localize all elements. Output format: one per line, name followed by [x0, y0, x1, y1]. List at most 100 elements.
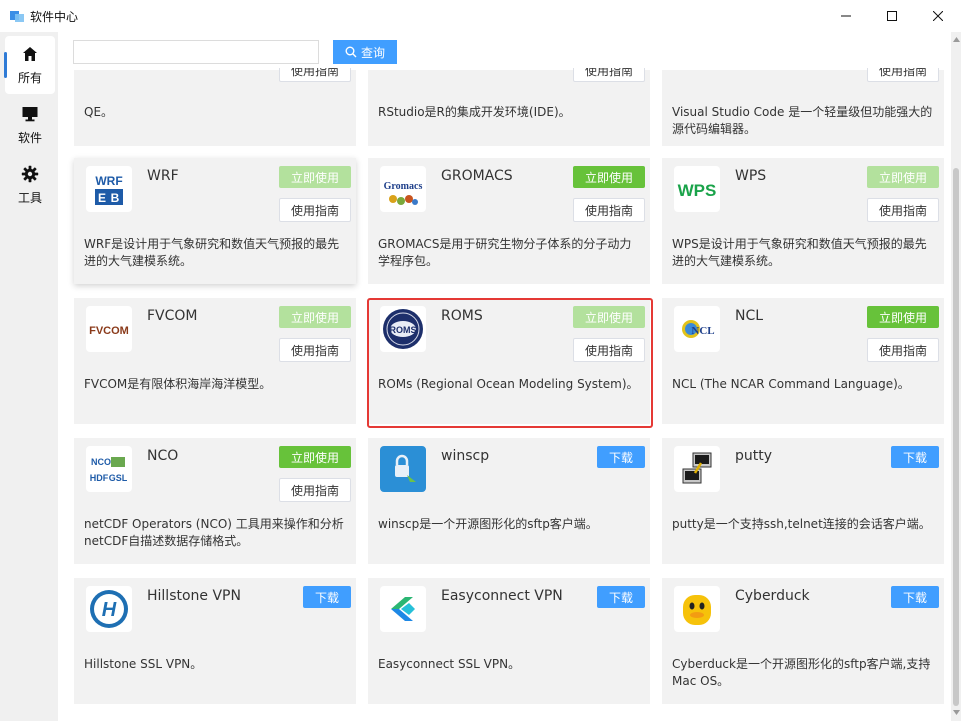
- card-title: winscp: [441, 448, 490, 464]
- app-logo-icon: [10, 11, 24, 22]
- guide-button[interactable]: 使用指南: [867, 338, 939, 362]
- svg-text:Gromacs: Gromacs: [384, 181, 423, 192]
- app-window: 软件中心 所有 软件 工具 使用指南 QE。 使用指南 RStudio是R的集成…: [0, 0, 961, 721]
- card-putty: putty 下载 putty是一个支持ssh,telnet连接的会话客户端。: [662, 438, 944, 564]
- card-ncl: NCL NCL 立即使用 使用指南 NCL (The NCAR Command …: [662, 298, 944, 424]
- sidebar-item-tools[interactable]: 工具: [5, 156, 55, 214]
- card-title: ROMS: [441, 308, 483, 324]
- search-input[interactable]: [73, 40, 319, 64]
- card-title: FVCOM: [147, 308, 198, 324]
- cyberduck-logo-icon: [674, 586, 720, 632]
- search-button[interactable]: 查询: [333, 40, 397, 64]
- sidebar-item-software[interactable]: 软件: [5, 96, 55, 154]
- minimize-button[interactable]: [823, 0, 869, 32]
- gear-icon: [21, 165, 39, 182]
- guide-button[interactable]: 使用指南: [279, 198, 351, 222]
- card-description: WRF是设计用于气象研究和数值天气预报的最先进的大气建模系统。: [84, 237, 340, 268]
- card-fvcom: FVCOM FVCOM 立即使用 使用指南 FVCOM是有限体积海岸海洋模型。: [74, 298, 356, 424]
- sidebar-item-all[interactable]: 所有: [4, 36, 55, 94]
- scroll-down-arrow-icon[interactable]: [951, 707, 961, 717]
- card-description: QE。: [84, 105, 114, 119]
- card-qe: 使用指南 QE。: [74, 58, 356, 146]
- card-title: Cyberduck: [735, 588, 810, 604]
- guide-button[interactable]: 使用指南: [279, 338, 351, 362]
- guide-button[interactable]: 使用指南: [279, 478, 351, 502]
- guide-button[interactable]: 使用指南: [573, 198, 645, 222]
- card-description: putty是一个支持ssh,telnet连接的会话客户端。: [672, 517, 931, 531]
- card-description: Hillstone SSL VPN。: [84, 657, 203, 671]
- svg-text:E: E: [98, 191, 106, 205]
- sidebar-item-label: 软件: [17, 130, 42, 145]
- close-button[interactable]: [915, 0, 961, 32]
- putty-logo-icon: [674, 446, 720, 492]
- scroll-up-arrow-icon[interactable]: [951, 34, 961, 44]
- download-button[interactable]: 下载: [891, 586, 939, 608]
- card-rstudio: 使用指南 RStudio是R的集成开发环境(IDE)。: [368, 58, 650, 146]
- guide-button[interactable]: 使用指南: [573, 338, 645, 362]
- fvcom-logo-icon: FVCOM: [86, 306, 132, 352]
- svg-text:NCL: NCL: [691, 325, 714, 337]
- nco-logo-icon: NCO HDF GSL: [86, 446, 132, 492]
- ncl-logo-icon: NCL: [674, 306, 720, 352]
- card-description: NCL (The NCAR Command Language)。: [672, 377, 910, 391]
- sidebar-item-label: 工具: [17, 190, 42, 205]
- use-button[interactable]: 立即使用: [279, 306, 351, 328]
- card-description: ROMs (Regional Ocean Modeling System)。: [378, 377, 639, 391]
- sidebar-item-label: 所有: [17, 70, 42, 85]
- guide-button[interactable]: 使用指南: [867, 198, 939, 222]
- card-vscode: 使用指南 Visual Studio Code 是一个轻量级但功能强大的源代码编…: [662, 58, 944, 146]
- svg-text:WPS: WPS: [678, 181, 717, 200]
- card-nco: NCO HDF GSL NCO 立即使用 使用指南 netCDF Operato…: [74, 438, 356, 564]
- card-title: NCL: [735, 308, 764, 324]
- easyconnect-logo-icon: [380, 586, 426, 632]
- download-button[interactable]: 下载: [891, 446, 939, 468]
- home-icon: [23, 46, 37, 61]
- card-wps: WPS WPS 立即使用 使用指南 WPS是设计用于气象研究和数值天气预报的最先…: [662, 158, 944, 284]
- card-title: WPS: [735, 168, 767, 184]
- download-button[interactable]: 下载: [597, 446, 645, 468]
- download-button[interactable]: 下载: [597, 586, 645, 608]
- use-button[interactable]: 立即使用: [279, 166, 351, 188]
- card-easyconnect-vpn: Easyconnect VPN 下载 Easyconnect SSL VPN。: [368, 578, 650, 704]
- download-button[interactable]: 下载: [303, 586, 351, 608]
- winscp-logo-icon: [380, 446, 426, 492]
- use-button[interactable]: 立即使用: [867, 306, 939, 328]
- roms-logo-icon: ROMS: [380, 306, 426, 352]
- maximize-button[interactable]: [869, 0, 915, 32]
- use-button[interactable]: 立即使用: [573, 166, 645, 188]
- svg-text:HDF: HDF: [90, 473, 109, 483]
- window-title: 软件中心: [30, 10, 79, 24]
- gromacs-logo-icon: Gromacs: [380, 166, 426, 212]
- wrf-logo-icon: WRF E B: [86, 166, 132, 212]
- close-icon: [933, 11, 943, 21]
- card-description: FVCOM是有限体积海岸海洋模型。: [84, 377, 272, 391]
- card-cyberduck: Cyberduck 下载 Cyberduck是一个开源图形化的sftp客户端,支…: [662, 578, 944, 704]
- card-description: netCDF Operators (NCO) 工具用来操作和分析netCDF自描…: [84, 517, 344, 548]
- scrollbar-thumb[interactable]: [953, 168, 959, 706]
- card-title: WRF: [147, 168, 179, 184]
- card-description: RStudio是R的集成开发环境(IDE)。: [378, 105, 571, 119]
- card-hillstone-vpn: H Hillstone VPN 下载 Hillstone SSL VPN。: [74, 578, 356, 704]
- use-button[interactable]: 立即使用: [867, 166, 939, 188]
- card-title: NCO: [147, 448, 179, 464]
- card-description: GROMACS是用于研究生物分子体系的分子动力学程序包。: [378, 237, 632, 268]
- svg-text:B: B: [111, 191, 120, 205]
- card-description: Cyberduck是一个开源图形化的sftp客户端,支持Mac OS。: [672, 657, 931, 688]
- card-wrf: WRF E B WRF 立即使用 使用指南 WRF是设计用于气象研究和数值天气预…: [74, 158, 356, 284]
- search-icon: [345, 46, 357, 58]
- use-button[interactable]: 立即使用: [573, 306, 645, 328]
- minimize-icon: [841, 15, 851, 17]
- card-gromacs: Gromacs GROMACS 立即使用 使用指南 GROMACS是用于研究生物…: [368, 158, 650, 284]
- card-description: winscp是一个开源图形化的sftp客户端。: [378, 517, 598, 531]
- card-title: GROMACS: [441, 168, 513, 184]
- svg-text:H: H: [102, 599, 117, 621]
- hillstone-logo-icon: H: [86, 586, 132, 632]
- card-title: putty: [735, 448, 773, 464]
- svg-text:WRF: WRF: [95, 174, 122, 188]
- maximize-icon: [887, 11, 897, 21]
- use-button[interactable]: 立即使用: [279, 446, 351, 468]
- card-title: Hillstone VPN: [147, 588, 241, 604]
- card-description: Easyconnect SSL VPN。: [378, 657, 521, 671]
- card-winscp: winscp 下载 winscp是一个开源图形化的sftp客户端。: [368, 438, 650, 564]
- card-description: Visual Studio Code 是一个轻量级但功能强大的源代码编辑器。: [672, 105, 933, 136]
